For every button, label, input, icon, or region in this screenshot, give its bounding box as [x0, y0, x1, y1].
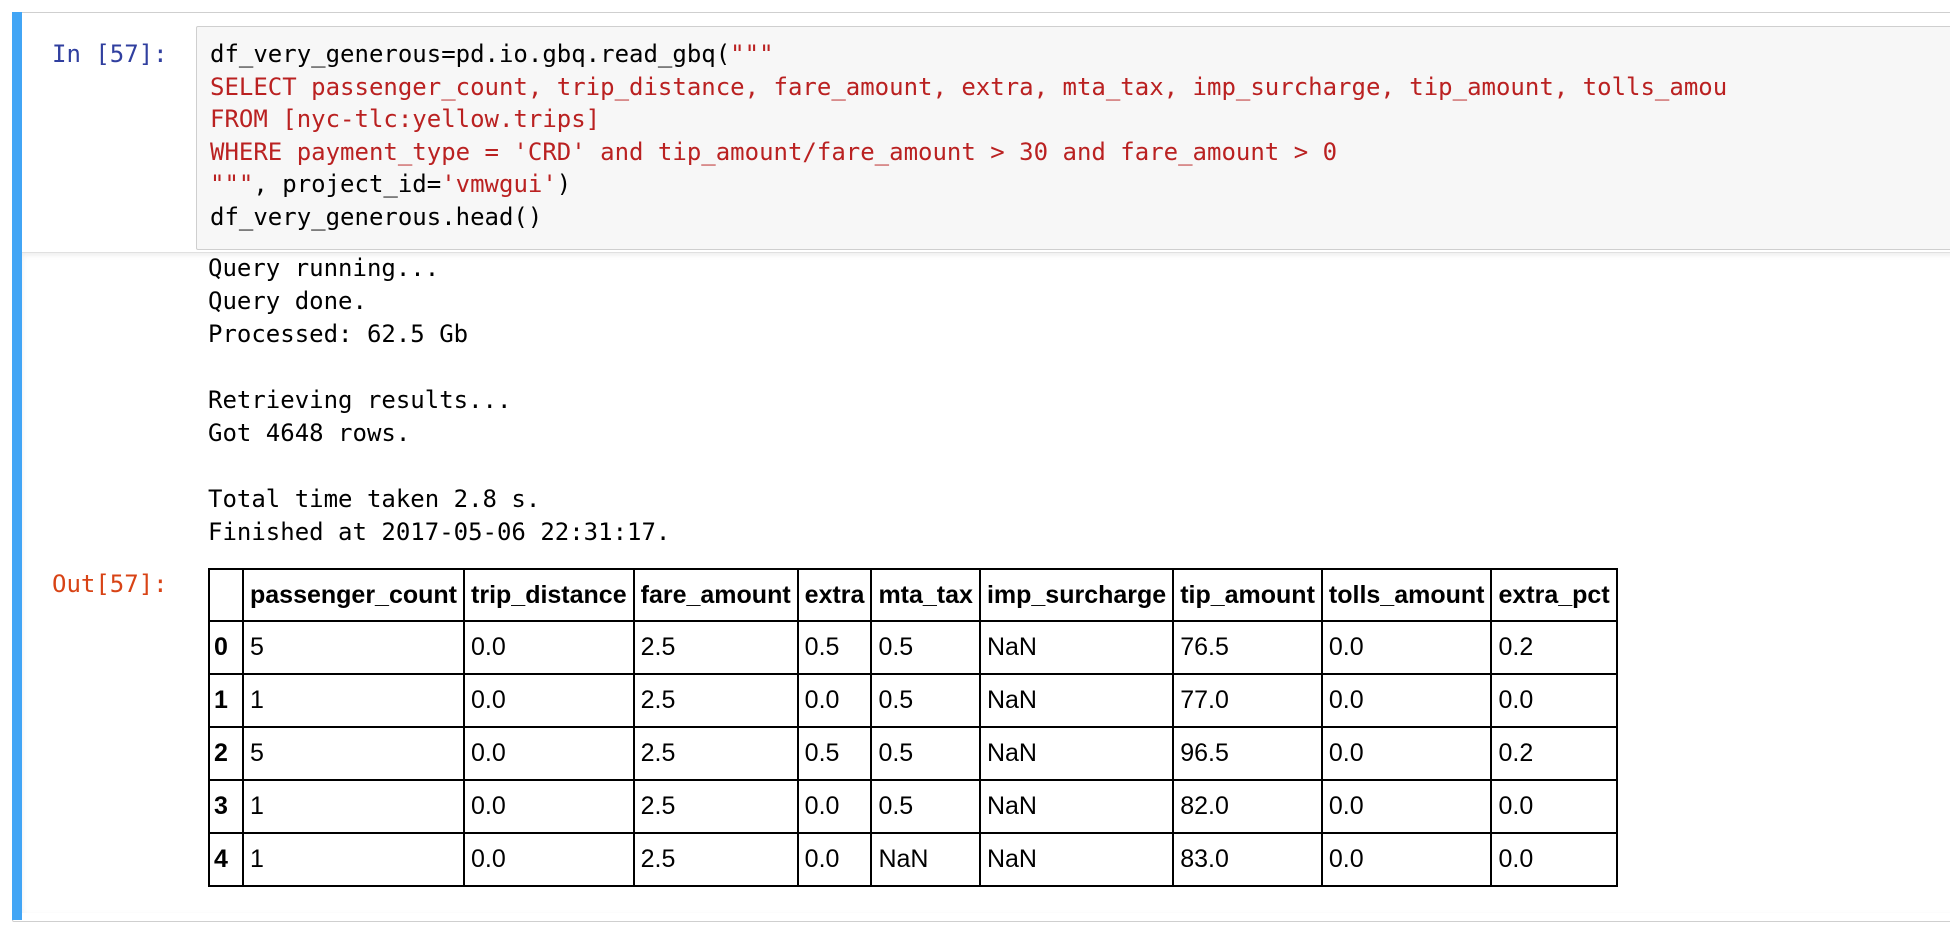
code-line: df_very_generous=pd.io.gbq.read_gbq("""	[210, 38, 1727, 71]
table-cell: 5	[241, 726, 466, 781]
stream-line: Query running...	[208, 254, 440, 282]
table-cell: 0.2	[1490, 726, 1618, 781]
selected-cell-indicator	[12, 12, 22, 920]
row-index: 3	[208, 779, 244, 834]
output-prompt: Out[57]:	[52, 570, 168, 598]
table-cell: 83.0	[1172, 832, 1323, 887]
notebook-page: In [57]: df_very_generous=pd.io.gbq.read…	[0, 0, 1950, 929]
stream-line	[208, 450, 670, 483]
table-body: 0 5 0.0 2.5 0.5 0.5 NaN 76.5 0.0 0.2 1 1 0.0 2.5 0.0 0.…	[208, 620, 1618, 887]
table-cell: NaN	[978, 726, 1175, 781]
table-row: 4 1 0.0 2.5 0.0 NaN NaN 83.0 0.0 0.0	[208, 832, 1618, 887]
code-string-token: """	[730, 40, 774, 68]
table-cell: 0.0	[796, 779, 873, 834]
table-cell: 0.0	[1490, 673, 1618, 728]
column-header: trip_distance	[463, 568, 635, 622]
column-header: tip_amount	[1172, 568, 1323, 622]
column-header: mta_tax	[870, 568, 981, 622]
table-cell: 0.5	[870, 673, 981, 728]
table-cell: 0.0	[1320, 620, 1493, 675]
table-cell: 2.5	[632, 832, 799, 887]
column-header: fare_amount	[632, 568, 799, 622]
code-line: SELECT passenger_count, trip_distance, f…	[210, 71, 1727, 104]
code-string-token: """	[210, 170, 254, 198]
stream-line: Query done.	[208, 287, 367, 315]
table-row: 1 1 0.0 2.5 0.0 0.5 NaN 77.0 0.0 0.0	[208, 673, 1618, 728]
code-line: df_very_generous.head()	[210, 201, 1727, 234]
code-string-token: WHERE payment_type = 'CRD' and tip_amoun…	[210, 137, 1338, 166]
table-cell: 0.0	[796, 673, 873, 728]
table-cell: 77.0	[1172, 673, 1323, 728]
table-cell: 0.0	[463, 726, 635, 781]
code-token: df_very_generous.head()	[210, 202, 543, 231]
table-cell: 0.0	[1320, 832, 1493, 887]
table-cell: 0.0	[1490, 779, 1618, 834]
stream-line: Retrieving results...	[208, 386, 512, 414]
table-cell: 2.5	[632, 620, 799, 675]
code-line: WHERE payment_type = 'CRD' and tip_amoun…	[210, 136, 1727, 169]
code-string-token: FROM [nyc-tlc:yellow.trips]	[210, 105, 601, 133]
code-string-token: SELECT passenger_count, trip_distance, f…	[210, 72, 1728, 101]
row-index: 4	[208, 832, 244, 887]
row-index: 2	[208, 726, 244, 781]
table-cell: 0.0	[1320, 726, 1493, 781]
table-header-row: passenger_count trip_distance fare_amount e…	[208, 568, 1618, 622]
stream-output: Query running... Query done. Processed: 62…	[208, 252, 670, 549]
dataframe-table: passenger_count trip_distance fare_amount e…	[208, 568, 1618, 887]
table-cell: 0.0	[463, 620, 635, 675]
code-string-token: 'vmwgui'	[441, 170, 557, 198]
table-cell: 2.5	[632, 726, 799, 781]
code-line: """, project_id='vmwgui')	[210, 168, 1727, 201]
table-cell: 0.0	[463, 673, 635, 728]
table-cell: NaN	[870, 832, 981, 887]
table-cell: NaN	[978, 673, 1175, 728]
table-cell: 1	[241, 832, 466, 887]
input-prompt: In [57]:	[52, 40, 168, 68]
table-cell: 0.5	[796, 726, 873, 781]
code-text[interactable]: df_very_generous=pd.io.gbq.read_gbq(""" S…	[210, 38, 1727, 233]
column-header: extra_pct	[1490, 568, 1618, 622]
stream-line	[208, 351, 670, 384]
table-cell: 0.5	[870, 726, 981, 781]
table-cell: 0.5	[870, 779, 981, 834]
code-line: FROM [nyc-tlc:yellow.trips]	[210, 103, 1727, 136]
table-row: 0 5 0.0 2.5 0.5 0.5 NaN 76.5 0.0 0.2	[208, 620, 1618, 675]
row-index: 0	[208, 620, 244, 675]
table-cell: NaN	[978, 832, 1175, 887]
table-row: 2 5 0.0 2.5 0.5 0.5 NaN 96.5 0.0 0.2	[208, 726, 1618, 781]
stream-line: Total time taken 2.8 s.	[208, 485, 541, 513]
table-cell: 76.5	[1172, 620, 1323, 675]
table-cell: 1	[241, 779, 466, 834]
table-cell: 2.5	[632, 673, 799, 728]
table-cell: NaN	[978, 779, 1175, 834]
table-cell: 0.0	[463, 779, 635, 834]
code-token: )	[556, 170, 572, 198]
column-header: passenger_count	[241, 568, 466, 622]
table-cell: 0.0	[463, 832, 635, 887]
row-index: 1	[208, 673, 244, 728]
table-cell: 96.5	[1172, 726, 1323, 781]
stream-line: Got 4648 rows.	[208, 419, 411, 447]
table-cell: 0.5	[870, 620, 981, 675]
code-token: , project_id=	[253, 170, 442, 198]
column-header: imp_surcharge	[978, 568, 1175, 622]
table-cell: 82.0	[1172, 779, 1323, 834]
code-token: df_very_generous=pd.io.gbq.read_gbq(	[210, 40, 731, 68]
table-row: 3 1 0.0 2.5 0.0 0.5 NaN 82.0 0.0 0.0	[208, 779, 1618, 834]
stream-line: Processed: 62.5 Gb	[208, 320, 469, 348]
stream-line: Finished at 2017-05-06 22:31:17.	[208, 518, 671, 546]
index-header-cell	[208, 568, 244, 622]
table-cell: 0.0	[1320, 779, 1493, 834]
table-cell: 2.5	[632, 779, 799, 834]
column-header: extra	[796, 568, 873, 622]
table-cell: NaN	[978, 620, 1175, 675]
table-cell: 0.0	[1490, 832, 1618, 887]
table-cell: 0.0	[1320, 673, 1493, 728]
table-cell: 0.0	[796, 832, 873, 887]
table-cell: 1	[241, 673, 466, 728]
table-cell: 0.5	[796, 620, 873, 675]
table-cell: 0.2	[1490, 620, 1618, 675]
table-cell: 5	[241, 620, 466, 675]
column-header: tolls_amount	[1320, 568, 1493, 622]
